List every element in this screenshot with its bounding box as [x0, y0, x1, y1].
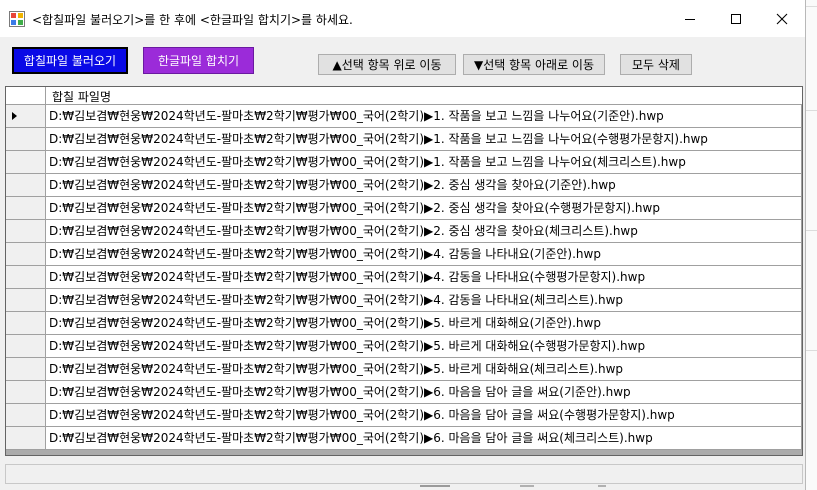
filename-cell[interactable]: D:₩김보겸₩현웅₩2024학년도-팔마초₩2학기₩평가₩00_국어(2학기)▶… [46, 289, 802, 311]
row-header[interactable] [6, 243, 46, 265]
minimize-button[interactable] [667, 0, 713, 37]
background-window-residue [420, 485, 606, 487]
column-header-filename[interactable]: 합칠 파일명 [52, 88, 111, 105]
close-button[interactable] [759, 0, 805, 37]
maximize-button[interactable] [713, 0, 759, 37]
grid-corner[interactable] [6, 87, 46, 104]
table-row[interactable]: D:₩김보겸₩현웅₩2024학년도-팔마초₩2학기₩평가₩00_국어(2학기)▶… [6, 404, 802, 427]
table-row[interactable]: D:₩김보겸₩현웅₩2024학년도-팔마초₩2학기₩평가₩00_국어(2학기)▶… [6, 105, 802, 128]
row-header[interactable] [6, 312, 46, 334]
filename-cell[interactable]: D:₩김보겸₩현웅₩2024학년도-팔마초₩2학기₩평가₩00_국어(2학기)▶… [46, 174, 802, 196]
filename-cell[interactable]: D:₩김보겸₩현웅₩2024학년도-팔마초₩2학기₩평가₩00_국어(2학기)▶… [46, 404, 802, 426]
title-bar[interactable]: <합칠파일 불러오기>를 한 후에 <한글파일 합치기>를 하세요. [0, 0, 805, 37]
row-header[interactable] [6, 174, 46, 196]
minimize-icon [685, 18, 695, 20]
row-header[interactable] [6, 266, 46, 288]
background-window-edge [806, 0, 817, 490]
row-header[interactable] [6, 197, 46, 219]
table-row[interactable]: D:₩김보겸₩현웅₩2024학년도-팔마초₩2학기₩평가₩00_국어(2학기)▶… [6, 335, 802, 358]
close-icon [776, 13, 788, 24]
delete-all-button[interactable]: 모두 삭제 [620, 54, 692, 75]
filename-cell[interactable]: D:₩김보겸₩현웅₩2024학년도-팔마초₩2학기₩평가₩00_국어(2학기)▶… [46, 197, 802, 219]
row-header[interactable] [6, 404, 46, 426]
move-up-button[interactable]: ▲선택 항목 위로 이동 [318, 54, 456, 75]
merge-hwp-button[interactable]: 한글파일 합치기 [143, 47, 254, 74]
window-title: <합칠파일 불러오기>를 한 후에 <한글파일 합치기>를 하세요. [32, 13, 353, 27]
table-row[interactable]: D:₩김보겸₩현웅₩2024학년도-팔마초₩2학기₩평가₩00_국어(2학기)▶… [6, 243, 802, 266]
status-bar [5, 464, 803, 484]
row-header[interactable] [6, 289, 46, 311]
grid-header: 합칠 파일명 [6, 87, 802, 105]
row-header[interactable] [6, 151, 46, 173]
table-row[interactable]: D:₩김보겸₩현웅₩2024학년도-팔마초₩2학기₩평가₩00_국어(2학기)▶… [6, 151, 802, 174]
table-row[interactable]: D:₩김보겸₩현웅₩2024학년도-팔마초₩2학기₩평가₩00_국어(2학기)▶… [6, 289, 802, 312]
filename-cell[interactable]: D:₩김보겸₩현웅₩2024학년도-팔마초₩2학기₩평가₩00_국어(2학기)▶… [46, 335, 802, 357]
filename-cell[interactable]: D:₩김보겸₩현웅₩2024학년도-팔마초₩2학기₩평가₩00_국어(2학기)▶… [46, 220, 802, 242]
row-header[interactable] [6, 220, 46, 242]
row-header[interactable] [6, 335, 46, 357]
row-header[interactable] [6, 105, 46, 127]
table-row[interactable]: D:₩김보겸₩현웅₩2024학년도-팔마초₩2학기₩평가₩00_국어(2학기)▶… [6, 381, 802, 404]
app-window: <합칠파일 불러오기>를 한 후에 <한글파일 합치기>를 하세요. 합칠파일 … [0, 0, 806, 490]
filename-cell[interactable]: D:₩김보겸₩현웅₩2024학년도-팔마초₩2학기₩평가₩00_국어(2학기)▶… [46, 312, 802, 334]
filename-cell[interactable]: D:₩김보겸₩현웅₩2024학년도-팔마초₩2학기₩평가₩00_국어(2학기)▶… [46, 381, 802, 403]
table-row[interactable]: D:₩김보겸₩현웅₩2024학년도-팔마초₩2학기₩평가₩00_국어(2학기)▶… [6, 358, 802, 381]
table-row[interactable]: D:₩김보겸₩현웅₩2024학년도-팔마초₩2학기₩평가₩00_국어(2학기)▶… [6, 174, 802, 197]
filename-cell[interactable]: D:₩김보겸₩현웅₩2024학년도-팔마초₩2학기₩평가₩00_국어(2학기)▶… [46, 358, 802, 380]
filename-cell[interactable]: D:₩김보겸₩현웅₩2024학년도-팔마초₩2학기₩평가₩00_국어(2학기)▶… [46, 151, 802, 173]
table-row[interactable]: D:₩김보겸₩현웅₩2024학년도-팔마초₩2학기₩평가₩00_국어(2학기)▶… [6, 266, 802, 289]
filename-cell[interactable]: D:₩김보겸₩현웅₩2024학년도-팔마초₩2학기₩평가₩00_국어(2학기)▶… [46, 266, 802, 288]
load-files-button[interactable]: 합칠파일 불러오기 [12, 47, 128, 74]
table-row[interactable]: D:₩김보겸₩현웅₩2024학년도-팔마초₩2학기₩평가₩00_국어(2학기)▶… [6, 197, 802, 220]
app-form-icon [9, 11, 25, 27]
grid-rows: D:₩김보겸₩현웅₩2024학년도-팔마초₩2학기₩평가₩00_국어(2학기)▶… [6, 105, 802, 450]
table-row[interactable]: D:₩김보겸₩현웅₩2024학년도-팔마초₩2학기₩평가₩00_국어(2학기)▶… [6, 427, 802, 450]
filename-cell[interactable]: D:₩김보겸₩현웅₩2024학년도-팔마초₩2학기₩평가₩00_국어(2학기)▶… [46, 427, 802, 449]
filename-cell[interactable]: D:₩김보겸₩현웅₩2024학년도-팔마초₩2학기₩평가₩00_국어(2학기)▶… [46, 128, 802, 150]
row-header[interactable] [6, 427, 46, 449]
filename-cell[interactable]: D:₩김보겸₩현웅₩2024학년도-팔마초₩2학기₩평가₩00_국어(2학기)▶… [46, 105, 802, 127]
filename-cell[interactable]: D:₩김보겸₩현웅₩2024학년도-팔마초₩2학기₩평가₩00_국어(2학기)▶… [46, 243, 802, 265]
row-header[interactable] [6, 128, 46, 150]
row-header[interactable] [6, 381, 46, 403]
row-header[interactable] [6, 358, 46, 380]
move-down-button[interactable]: ▼선택 항목 아래로 이동 [463, 54, 605, 75]
table-row[interactable]: D:₩김보겸₩현웅₩2024학년도-팔마초₩2학기₩평가₩00_국어(2학기)▶… [6, 312, 802, 335]
table-row[interactable]: D:₩김보겸₩현웅₩2024학년도-팔마초₩2학기₩평가₩00_국어(2학기)▶… [6, 220, 802, 243]
maximize-icon [731, 13, 741, 24]
table-row[interactable]: D:₩김보겸₩현웅₩2024학년도-팔마초₩2학기₩평가₩00_국어(2학기)▶… [6, 128, 802, 151]
current-row-icon [12, 112, 17, 120]
file-list-grid[interactable]: 합칠 파일명 D:₩김보겸₩현웅₩2024학년도-팔마초₩2학기₩평가₩00_국… [5, 86, 803, 456]
